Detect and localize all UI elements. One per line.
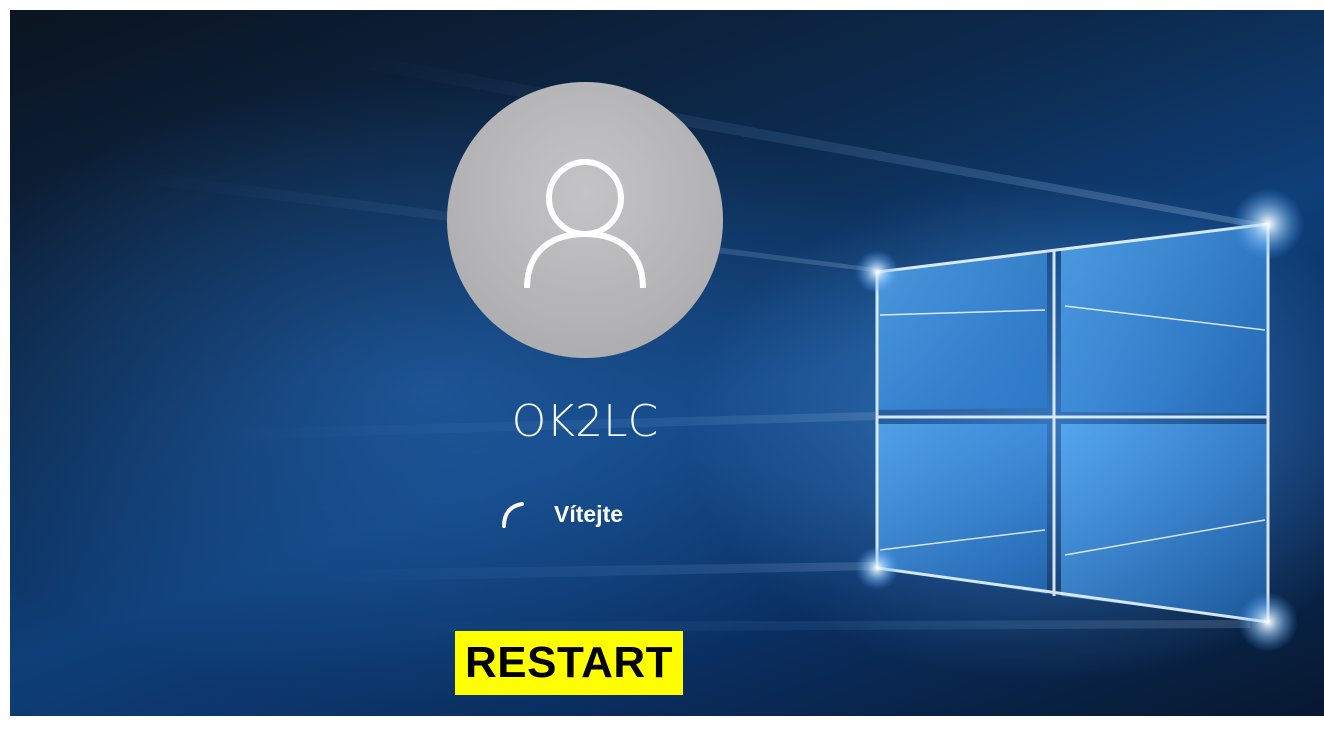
loading-spinner-icon <box>502 502 524 528</box>
user-silhouette-icon <box>524 159 646 289</box>
signin-status: Vítejte <box>500 500 623 528</box>
username-label: OK2LC <box>511 396 659 447</box>
lock-screen: OK2LC Vítejte RESTART <box>10 10 1324 716</box>
user-avatar[interactable] <box>447 82 723 358</box>
restart-annotation: RESTART <box>455 631 684 695</box>
status-text: Vítejte <box>554 500 624 527</box>
